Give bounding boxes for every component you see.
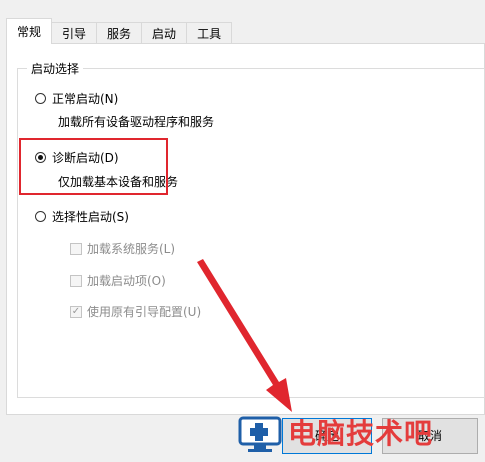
- watermark-text: 电脑技术吧: [288, 417, 434, 450]
- annotation-arrow: [197, 259, 292, 412]
- watermark: 电脑技术吧: [238, 412, 433, 452]
- arrow-shape: [197, 259, 292, 412]
- computer-logo-icon: [238, 412, 284, 452]
